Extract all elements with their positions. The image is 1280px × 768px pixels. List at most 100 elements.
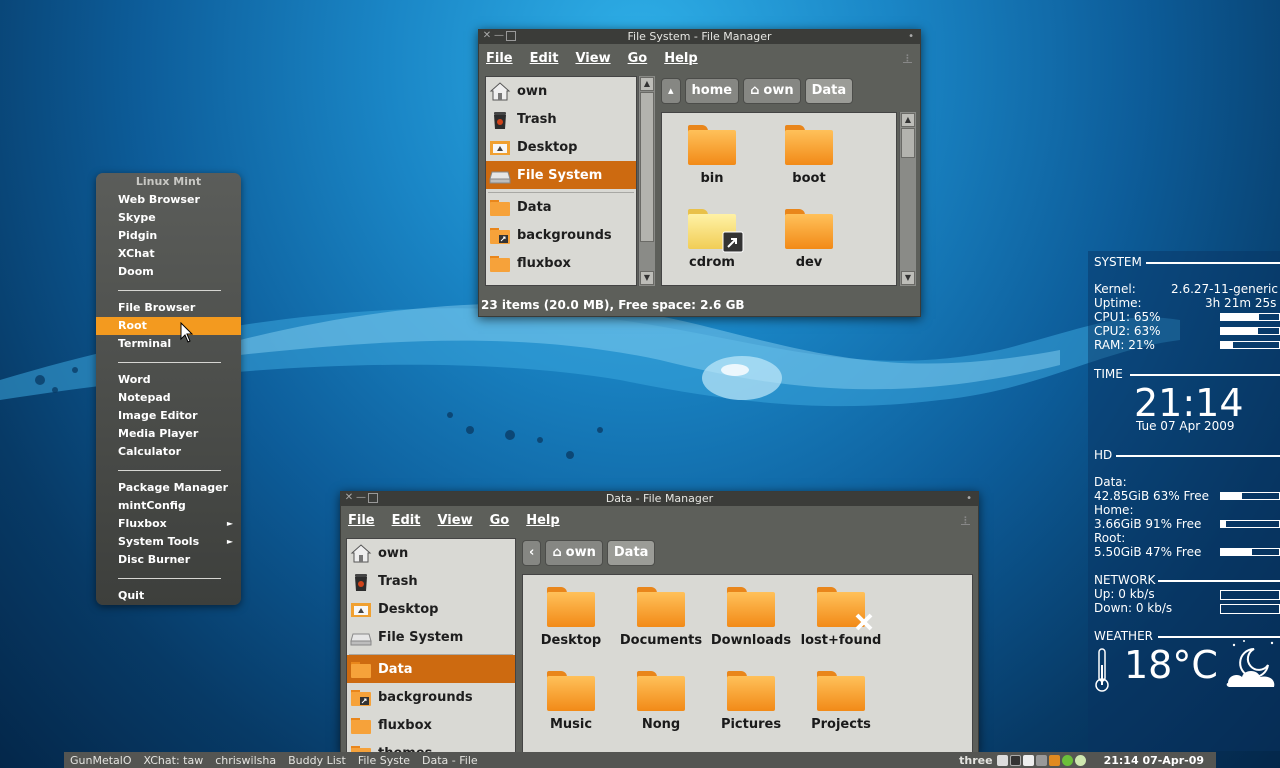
task-xchat[interactable]: XChat: taw xyxy=(138,754,210,767)
menu-help[interactable]: Help xyxy=(664,51,697,66)
menu-item-media-player[interactable]: Media Player xyxy=(96,425,241,443)
update-check-icon[interactable] xyxy=(1061,754,1073,766)
sidebar-scrollbar[interactable]: ▲ ▼ xyxy=(638,76,655,286)
sidebar-item-own[interactable]: own xyxy=(347,539,515,567)
sidebar-item-fluxbox[interactable]: fluxbox xyxy=(486,249,636,277)
path-root-button[interactable]: ▴ xyxy=(661,78,681,104)
menu-go[interactable]: Go xyxy=(490,513,510,528)
task-data-file[interactable]: Data - File xyxy=(416,754,484,767)
window-titlebar[interactable]: ✕ — Data - File Manager • xyxy=(341,492,978,506)
menu-item-root[interactable]: Root xyxy=(96,317,241,335)
lock-tray-icon[interactable] xyxy=(1035,754,1047,766)
home-drive-bar xyxy=(1220,520,1280,528)
menu-item-package-manager[interactable]: Package Manager xyxy=(96,479,241,497)
menu-item-file-browser[interactable]: File Browser xyxy=(96,299,241,317)
menu-item-doom[interactable]: Doom xyxy=(96,263,241,281)
sidebar-item-own[interactable]: own xyxy=(486,77,636,105)
sidebar-item-fluxbox[interactable]: fluxbox xyxy=(347,711,515,739)
task-file-system[interactable]: File Syste xyxy=(352,754,416,767)
scroll-down-icon[interactable]: ▼ xyxy=(901,271,915,285)
sidebar-item-desktop[interactable]: Desktop xyxy=(486,133,636,161)
network-tray-icon[interactable] xyxy=(1074,754,1086,766)
menu-view[interactable]: View xyxy=(437,513,472,528)
sidebar-item-backgrounds[interactable]: backgrounds xyxy=(347,683,515,711)
taskbar-clock[interactable]: 21:14 07-Apr-09 xyxy=(1096,754,1212,767)
menu-item-notepad[interactable]: Notepad xyxy=(96,389,241,407)
back-button[interactable]: ‹ xyxy=(522,540,542,566)
menu-view[interactable]: View xyxy=(575,51,610,66)
sidebar-item-data[interactable]: Data xyxy=(486,193,636,221)
file-item-pictures[interactable]: Pictures xyxy=(703,671,799,732)
sidebar-item-trash[interactable]: Trash xyxy=(347,567,515,595)
menu-file[interactable]: File xyxy=(486,51,513,66)
file-view-scrollbar[interactable]: ▲ ▼ xyxy=(899,112,916,286)
file-item-music[interactable]: Music xyxy=(523,671,619,732)
menu-item-image-editor[interactable]: Image Editor xyxy=(96,407,241,425)
file-item-cdrom[interactable]: cdrom xyxy=(664,209,760,270)
path-data-button[interactable]: Data xyxy=(804,78,854,104)
sidebar-item-desktop[interactable]: Desktop xyxy=(347,595,515,623)
file-item-downloads[interactable]: Downloads xyxy=(703,587,799,648)
file-item-boot[interactable]: boot xyxy=(761,125,857,186)
maximize-icon[interactable] xyxy=(506,31,516,41)
path-data-button[interactable]: Data xyxy=(606,540,656,566)
scroll-up-icon[interactable]: ▲ xyxy=(901,113,915,127)
scroll-down-icon[interactable]: ▼ xyxy=(640,271,654,285)
menu-go[interactable]: Go xyxy=(628,51,648,66)
file-item-bin[interactable]: bin xyxy=(664,125,760,186)
menu-item-fluxbox[interactable]: Fluxbox ► xyxy=(96,515,241,533)
sidebar-item-backgrounds[interactable]: backgrounds xyxy=(486,221,636,249)
pidgin-tray-icon[interactable] xyxy=(1048,754,1060,766)
menu-item-web-browser[interactable]: Web Browser xyxy=(96,191,241,209)
close-icon[interactable]: ✕ xyxy=(344,493,354,503)
file-item-desktop[interactable]: Desktop xyxy=(523,587,619,648)
task-gunmetal[interactable]: GunMetalO xyxy=(64,754,138,767)
menu-item-terminal[interactable]: Terminal xyxy=(96,335,241,353)
path-home-button[interactable]: home xyxy=(684,78,740,104)
sidebar-item-label: File System xyxy=(517,167,603,183)
file-item-lost-found[interactable]: lost+found xyxy=(793,587,889,648)
menu-file[interactable]: File xyxy=(348,513,375,528)
minimize-icon[interactable]: — xyxy=(494,31,504,41)
maximize-icon[interactable] xyxy=(368,493,378,503)
file-item-projects[interactable]: Projects xyxy=(793,671,889,732)
menu-item-calculator[interactable]: Calculator xyxy=(96,443,241,461)
drive-tray-icon[interactable] xyxy=(996,754,1008,766)
menu-help[interactable]: Help xyxy=(526,513,559,528)
sidebar-item-file-system[interactable]: File System xyxy=(347,623,515,651)
scroll-up-icon[interactable]: ▲ xyxy=(640,77,654,91)
menu-item-system-tools[interactable]: System Tools ► xyxy=(96,533,241,551)
menu-item-disc-burner[interactable]: Disc Burner xyxy=(96,551,241,569)
menu-item-skype[interactable]: Skype xyxy=(96,209,241,227)
file-item-dev[interactable]: dev xyxy=(761,209,857,270)
scroll-thumb[interactable] xyxy=(640,92,654,242)
menu-edit[interactable]: Edit xyxy=(392,513,421,528)
sidebar-item-file-system[interactable]: File System xyxy=(486,161,636,189)
file-label: Documents xyxy=(619,633,703,648)
sidebar-item-data[interactable]: Data xyxy=(347,655,515,683)
task-buddy-list[interactable]: Buddy List xyxy=(282,754,352,767)
path-own-button[interactable]: ⌂ own xyxy=(743,78,801,104)
sidebar-item-trash[interactable]: Trash xyxy=(486,105,636,133)
menu-item-word[interactable]: Word xyxy=(96,371,241,389)
close-icon[interactable]: ✕ xyxy=(482,31,492,41)
minimize-icon[interactable]: — xyxy=(356,493,366,503)
task-chriswilsha[interactable]: chriswilsha xyxy=(209,754,282,767)
path-own-button[interactable]: ⌂ own xyxy=(545,540,603,566)
file-item-documents[interactable]: Documents xyxy=(613,587,709,648)
mint-menu: Linux Mint Web Browser Skype Pidgin XCha… xyxy=(96,173,241,605)
file-item-nong[interactable]: Nong xyxy=(613,671,709,732)
menu-item-xchat[interactable]: XChat xyxy=(96,245,241,263)
window-titlebar[interactable]: ✕ — File System - File Manager • xyxy=(479,30,920,44)
workspace-name[interactable]: three xyxy=(957,754,994,767)
window-menu-icon[interactable]: • xyxy=(908,30,914,44)
terminal-tray-icon[interactable] xyxy=(1009,754,1021,766)
window-menu-icon[interactable]: • xyxy=(966,492,972,506)
menu-item-quit[interactable]: Quit xyxy=(96,587,241,605)
submenu-arrow-icon: ► xyxy=(226,537,233,546)
scroll-thumb[interactable] xyxy=(901,128,915,158)
menu-item-mintconfig[interactable]: mintConfig xyxy=(96,497,241,515)
chat-tray-icon[interactable] xyxy=(1022,754,1034,766)
menu-edit[interactable]: Edit xyxy=(530,51,559,66)
menu-item-pidgin[interactable]: Pidgin xyxy=(96,227,241,245)
